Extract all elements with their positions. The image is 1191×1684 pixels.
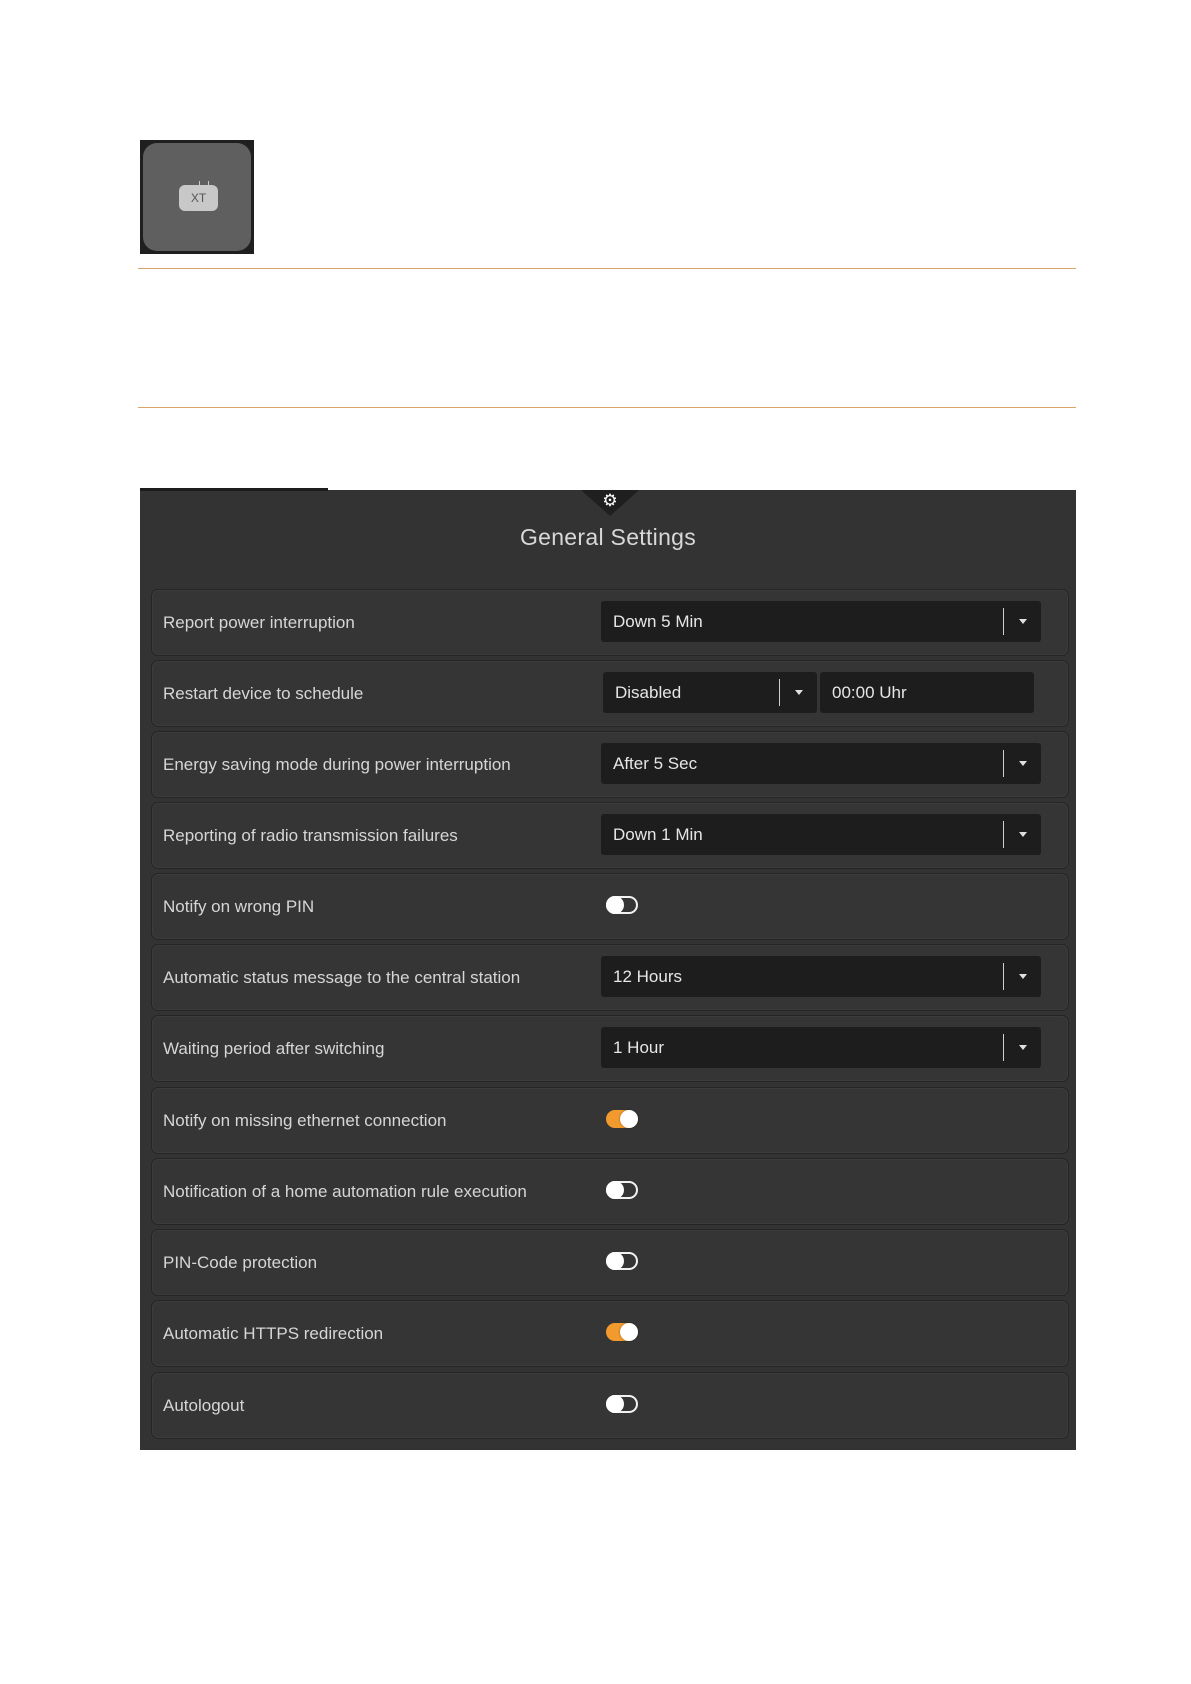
divider-bottom [138,407,1076,408]
general-settings-panel: ⚙ General Settings Report power interrup… [140,488,1076,1450]
sim-card-icon: XT [179,181,218,211]
select-divider [1003,750,1004,777]
setting-row-automatic-status-message: Automatic status message to the central … [151,944,1069,1011]
divider-top [138,268,1076,269]
caret-down-icon[interactable] [1019,974,1027,979]
setting-label: Reporting of radio transmission failures [163,826,458,845]
select-divider [1003,963,1004,990]
setting-label: PIN-Code protection [163,1253,318,1272]
https-redirection-toggle[interactable] [606,1323,638,1341]
setting-row-report-power-interruption: Report power interruption Down 5 Min [151,589,1069,656]
pin-code-protection-toggle[interactable] [606,1252,638,1270]
time-value: 00:00 Uhr [832,683,907,702]
status-message-interval-select[interactable]: 12 Hours [601,956,1041,997]
setting-label: Report power interruption [163,613,355,632]
caret-down-icon[interactable] [1019,832,1027,837]
app-logo: XT [140,140,254,254]
caret-down-icon[interactable] [795,690,803,695]
toggle-knob [620,1323,638,1341]
toggle-knob [606,1395,624,1413]
select-value: Disabled [615,683,682,702]
logo-text: XT [190,191,207,205]
setting-row-notify-wrong-pin: Notify on wrong PIN [151,873,1069,940]
select-divider [779,679,780,706]
setting-label: Notify on wrong PIN [163,897,315,916]
setting-label: Automatic status message to the central … [163,968,521,987]
select-divider [1003,608,1004,635]
setting-row-radio-transmission-failures: Reporting of radio transmission failures… [151,802,1069,869]
waiting-period-select[interactable]: 1 Hour [601,1027,1041,1068]
logo-background: XT [143,143,251,251]
energy-saving-mode-select[interactable]: After 5 Sec [601,743,1041,784]
autologout-toggle[interactable] [606,1395,638,1413]
setting-label: Restart device to schedule [163,684,364,703]
setting-label: Notification of a home automation rule e… [163,1182,527,1201]
setting-row-notify-missing-ethernet: Notify on missing ethernet connection [151,1087,1069,1154]
setting-row-restart-device-schedule: Restart device to schedule Disabled 00:0… [151,660,1069,727]
restart-schedule-select[interactable]: Disabled [603,672,817,713]
setting-label: Autologout [163,1396,245,1415]
toggle-knob [620,1110,638,1128]
radio-failures-select[interactable]: Down 1 Min [601,814,1041,855]
caret-down-icon[interactable] [1019,1045,1027,1050]
select-divider [1003,1034,1004,1061]
setting-row-waiting-period: Waiting period after switching 1 Hour [151,1015,1069,1082]
toggle-knob [606,1252,624,1270]
setting-label: Waiting period after switching [163,1039,385,1058]
setting-row-home-automation-rule: Notification of a home automation rule e… [151,1158,1069,1225]
gear-icon[interactable]: ⚙ [599,491,621,511]
select-value: 12 Hours [613,967,682,986]
panel-tab-edge [140,488,328,491]
setting-row-autologout: Autologout [151,1372,1069,1439]
setting-row-pin-code-protection: PIN-Code protection [151,1229,1069,1296]
select-value: After 5 Sec [613,754,698,773]
select-divider [1003,821,1004,848]
setting-row-energy-saving-mode: Energy saving mode during power interrup… [151,731,1069,798]
panel-title: General Settings [519,524,697,550]
home-automation-notification-toggle[interactable] [606,1181,638,1199]
notify-missing-ethernet-toggle[interactable] [606,1110,638,1128]
select-value: Down 1 Min [613,825,703,844]
select-value: Down 5 Min [613,612,703,631]
caret-down-icon[interactable] [1019,761,1027,766]
report-power-interruption-select[interactable]: Down 5 Min [601,601,1041,642]
notify-wrong-pin-toggle[interactable] [606,896,638,914]
caret-down-icon[interactable] [1019,619,1027,624]
setting-label: Notify on missing ethernet connection [163,1111,447,1130]
toggle-knob [606,896,624,914]
toggle-knob [606,1181,624,1199]
setting-label: Automatic HTTPS redirection [163,1324,384,1343]
select-value: 1 Hour [613,1038,665,1057]
setting-label: Energy saving mode during power interrup… [163,755,511,774]
setting-row-https-redirection: Automatic HTTPS redirection [151,1300,1069,1367]
restart-time-input[interactable]: 00:00 Uhr [820,672,1034,713]
